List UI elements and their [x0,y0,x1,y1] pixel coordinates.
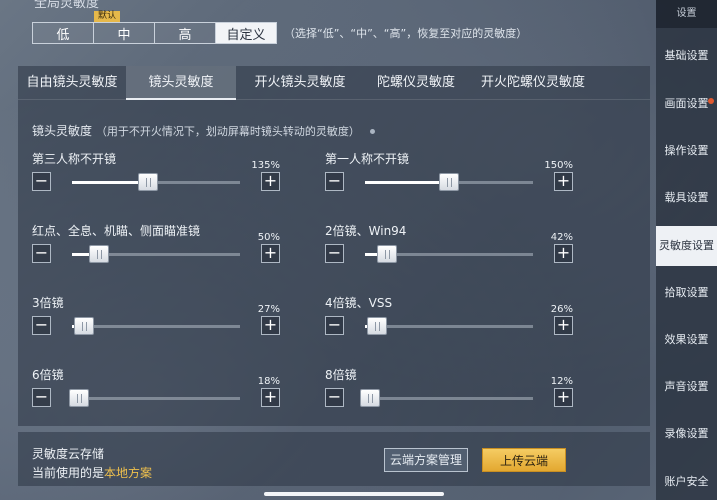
slider-thumb[interactable] [68,389,89,407]
sidebar-item-pickup[interactable]: 拾取设置 [656,273,717,313]
sidebar-header: 设置 [656,0,717,28]
settings-sidebar: 设置 基础设置画面设置操作设置载具设置灵敏度设置拾取设置效果设置声音设置录像设置… [656,0,717,500]
slider-thumb[interactable] [73,317,94,335]
tab-free-look[interactable]: 自由镜头灵敏度 [18,66,126,100]
sidebar-item-graphics[interactable]: 画面设置 [656,84,717,124]
preset-bar: 低 默认 中 高 自定义 （选择“低”、“中”、“高”，恢复至对应的灵敏度） [32,11,528,44]
slider-8x-scope: 8倍镜 12% − + [325,366,573,426]
sidebar-item-account-security[interactable]: 账户安全 [656,462,717,500]
slider-fill [365,181,449,184]
sidebar-item-basic[interactable]: 基础设置 [656,36,717,76]
increase-button[interactable]: + [554,172,573,191]
slider-value: 50% [257,232,280,243]
slider-thumb[interactable] [366,317,387,335]
slider-fill [72,181,148,184]
current-scheme-value: 本地方案 [104,466,153,480]
decrease-button[interactable]: − [325,172,344,191]
section-subtitle: （用于不开火情况下，划动屏幕时镜头转动的灵敏度） [95,125,360,138]
slider-label: 红点、全息、机瞄、侧面瞄准镜 [32,224,201,238]
slider-track[interactable] [360,389,533,407]
tab-camera[interactable]: 镜头灵敏度 [126,66,236,100]
slider-2x-scope: 2倍镜、Win94 42% − + [325,222,573,282]
slider-label: 3倍镜 [32,296,64,310]
slider-track[interactable] [72,317,240,335]
tab-bar: 自由镜头灵敏度 镜头灵敏度 开火镜头灵敏度 陀螺仪灵敏度 开火陀螺仪灵敏度 [18,66,650,100]
slider-6x-scope: 6倍镜 18% − + [32,366,280,426]
increase-button[interactable]: + [554,244,573,263]
increase-button[interactable]: + [261,316,280,335]
slider-label: 第三人称不开镜 [32,152,117,166]
section-title: 镜头灵敏度 [32,124,93,138]
increase-button[interactable]: + [261,388,280,407]
decrease-button[interactable]: − [32,244,51,263]
preset-custom-button[interactable]: 自定义 [215,22,277,44]
decrease-button[interactable]: − [32,388,51,407]
slider-track[interactable] [365,245,533,263]
slider-track[interactable] [365,173,533,191]
sidebar-item-recording[interactable]: 录像设置 [656,414,717,454]
slider-label: 6倍镜 [32,368,64,382]
slider-thumb[interactable] [439,173,459,191]
slider-value: 26% [550,304,573,315]
sidebar-item-audio[interactable]: 声音设置 [656,367,717,407]
slider-thumb[interactable] [137,173,158,191]
notification-dot-icon [708,98,714,104]
default-tag: 默认 [94,11,121,22]
increase-button[interactable]: + [261,172,280,191]
slider-label: 2倍镜、Win94 [325,224,407,238]
slider-value: 27% [257,304,280,315]
slider-thumb[interactable] [376,245,397,263]
slider-track[interactable] [365,317,533,335]
slider-4x-scope: 4倍镜、VSS 26% − + [325,294,573,354]
decrease-button[interactable]: − [325,316,344,335]
section-header: 镜头灵敏度 （用于不开火情况下，划动屏幕时镜头转动的灵敏度） [32,122,375,139]
info-dot-icon [369,129,375,134]
current-scheme: 当前使用的是本地方案 [32,466,153,480]
slider-track[interactable] [72,245,240,263]
decrease-button[interactable]: − [32,172,51,191]
sidebar-item-vehicle[interactable]: 载具设置 [656,178,717,218]
slider-value: 135% [251,160,280,171]
preset-medium-button[interactable]: 默认 中 [93,11,155,44]
increase-button[interactable]: + [554,316,573,335]
increase-button[interactable]: + [261,244,280,263]
cloud-storage-bar: 灵敏度云存储 当前使用的是本地方案 云端方案管理 上传云端 [18,432,650,486]
slider-label: 4倍镜、VSS [325,296,393,310]
tab-fire-camera[interactable]: 开火镜头灵敏度 [236,66,364,100]
slider-track[interactable] [68,389,240,407]
decrease-button[interactable]: − [325,244,344,263]
cloud-manage-button[interactable]: 云端方案管理 [384,448,468,472]
slider-value: 12% [550,376,573,387]
tab-gyroscope[interactable]: 陀螺仪灵敏度 [364,66,468,100]
slider-label: 8倍镜 [325,368,357,382]
slider-value: 18% [257,376,280,387]
slider-value: 42% [550,232,573,243]
sensitivity-panel: 自由镜头灵敏度 镜头灵敏度 开火镜头灵敏度 陀螺仪灵敏度 开火陀螺仪灵敏度 镜头… [18,66,650,426]
sidebar-item-effects[interactable]: 效果设置 [656,320,717,360]
slider-3x-scope: 3倍镜 27% − + [32,294,280,354]
slider-value: 150% [544,160,573,171]
slider-thumb[interactable] [360,389,381,407]
global-sensitivity-title: 全局灵敏度 [34,0,100,11]
slider-label: 第一人称不开镜 [325,152,410,166]
slider-red-dot: 红点、全息、机瞄、侧面瞄准镜 50% − + [32,222,280,282]
slider-first-person: 第一人称不开镜 150% − + [325,150,573,210]
sidebar-item-sensitivity[interactable]: 灵敏度设置 [656,226,717,266]
slider-thumb[interactable] [88,245,109,263]
decrease-button[interactable]: − [32,316,51,335]
decrease-button[interactable]: − [325,388,344,407]
tab-fire-gyroscope[interactable]: 开火陀螺仪灵敏度 [468,66,598,100]
home-indicator[interactable] [264,492,444,496]
preset-high-button[interactable]: 高 [154,22,216,44]
cloud-storage-title: 灵敏度云存储 [32,447,105,461]
upload-cloud-button[interactable]: 上传云端 [482,448,566,472]
slider-track[interactable] [72,173,240,191]
increase-button[interactable]: + [554,388,573,407]
preset-hint: （选择“低”、“中”、“高”，恢复至对应的灵敏度） [284,27,528,40]
slider-third-person: 第三人称不开镜 135% − + [32,150,280,210]
preset-low-button[interactable]: 低 [32,22,94,44]
sidebar-item-controls[interactable]: 操作设置 [656,131,717,171]
